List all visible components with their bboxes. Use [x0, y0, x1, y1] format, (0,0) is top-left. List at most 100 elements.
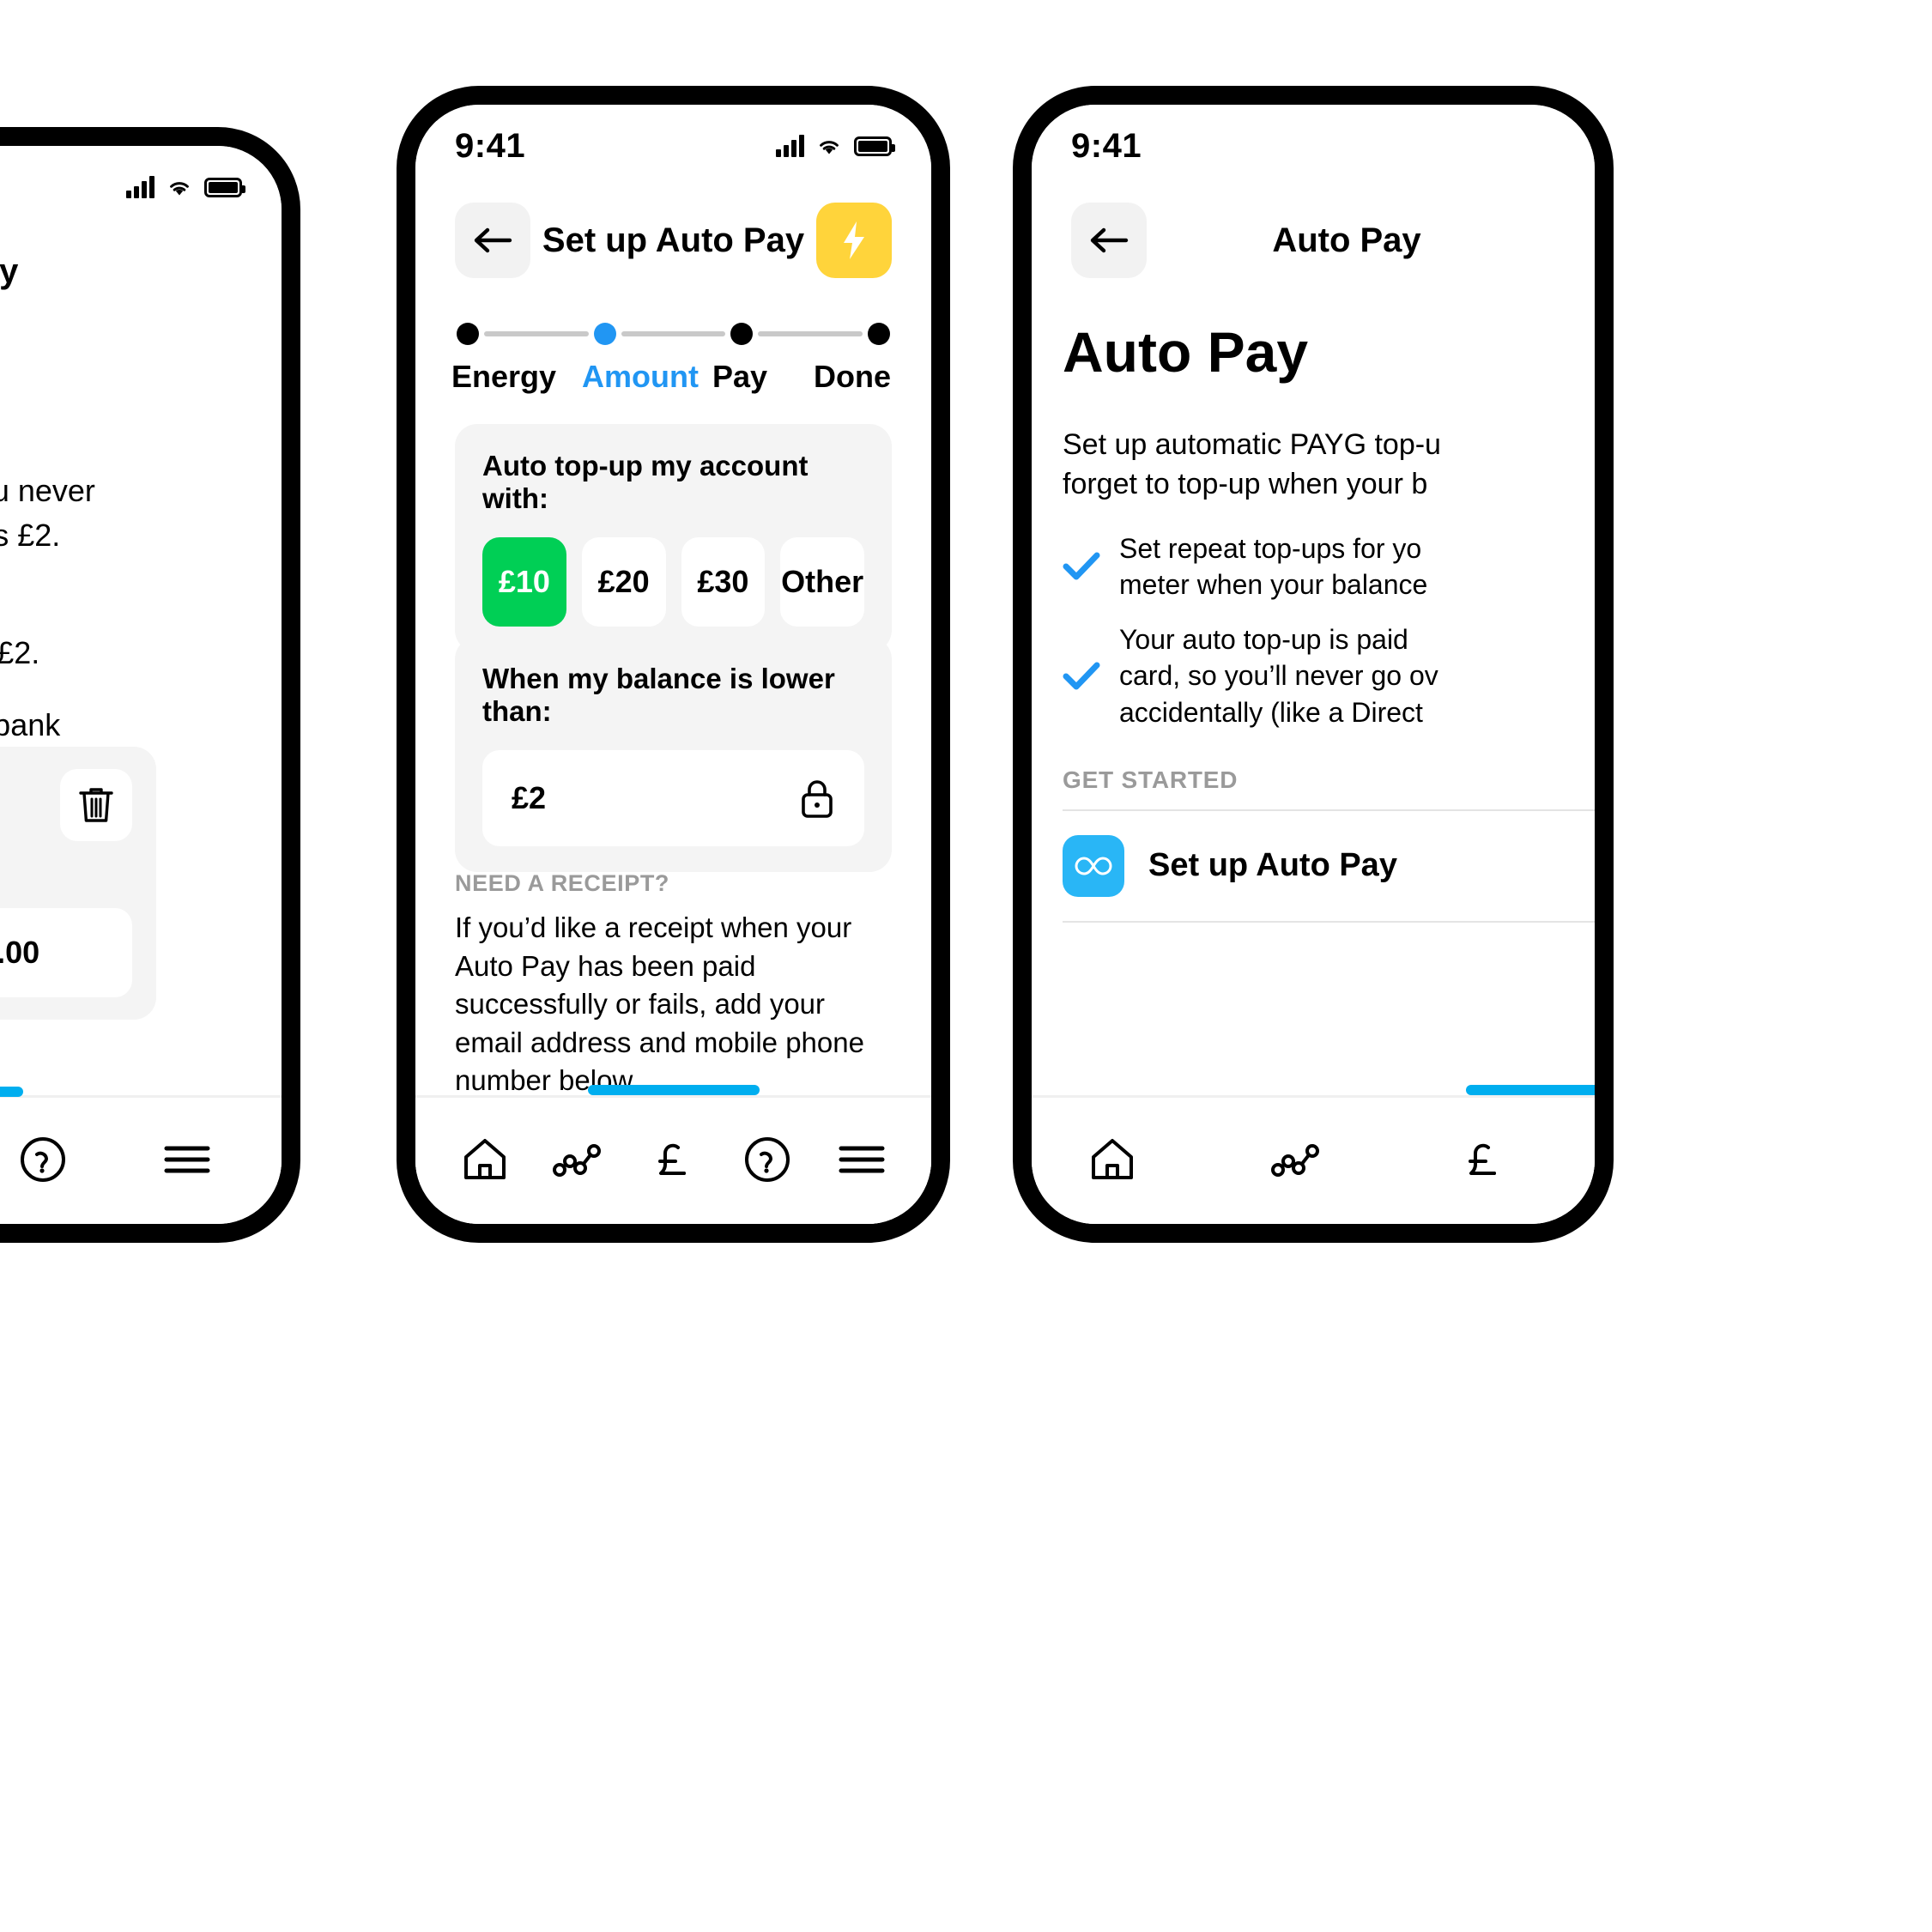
intro-line-0: Set up automatic PAYG top-u: [1063, 428, 1441, 461]
nav-bar-left: Auto Pay: [0, 228, 282, 314]
nav-bar-middle: Set up Auto Pay: [415, 197, 931, 283]
status-bar-right: 9:41: [1032, 105, 1595, 187]
amount-option-20[interactable]: £20: [581, 537, 666, 627]
credit-limit-label: Credit limit: [0, 857, 132, 891]
tab-help-middle[interactable]: [726, 1118, 809, 1201]
phone-right-screen: 9:41 Auto Pay Auto Pay Set up automatic …: [1032, 105, 1595, 1224]
phone-left: Auto Pay c PAYG top-ups so you never whe…: [0, 127, 300, 1243]
usage-graph-icon: [552, 1144, 601, 1177]
benefit-2-line-1: card, so you’ll never go ov: [1119, 660, 1438, 692]
tab-help-left[interactable]: [2, 1118, 84, 1201]
stepper-dot-energy[interactable]: [457, 323, 479, 345]
left-para-line-1: when your balance hits £2.: [0, 518, 61, 554]
stepper-segment-1: [484, 331, 589, 336]
benefit-item-2: Your auto top-up is paid card, so you’ll…: [1063, 621, 1595, 730]
signal-bars-icon: [126, 176, 154, 198]
list-divider-bottom: [1063, 920, 1595, 923]
home-indicator-right: [1466, 1085, 1595, 1095]
home-icon: [463, 1139, 506, 1179]
pound-icon: [658, 1143, 687, 1175]
benefits-list: Set repeat top-ups for yo meter when you…: [1063, 530, 1595, 730]
delete-button[interactable]: [60, 769, 132, 841]
back-arrow-icon: [474, 227, 512, 253]
back-arrow-icon: [1090, 227, 1129, 253]
setup-auto-pay-label: Set up Auto Pay: [1148, 847, 1397, 884]
back-button-right[interactable]: [1071, 203, 1147, 278]
infinity-icon-tile: [1063, 834, 1124, 897]
right-content: Auto Pay Set up automatic PAYG top-u for…: [1063, 319, 1595, 923]
amount-option-other[interactable]: Other: [780, 537, 864, 627]
stepper-label-amount: Amount: [582, 359, 699, 394]
lightning-bolt-icon: [844, 221, 864, 259]
benefit-2-line-0: Your auto top-up is paid: [1119, 624, 1408, 656]
receipt-eyebrow: NEED A RECEIPT?: [455, 870, 670, 896]
tab-usage-middle[interactable]: [538, 1118, 621, 1201]
tab-pound-middle[interactable]: [632, 1118, 714, 1201]
check-icon: [1063, 662, 1100, 690]
status-bar-middle: 9:41: [415, 105, 931, 187]
battery-icon: [854, 136, 895, 156]
tab-bar-divider-right: [1032, 1095, 1595, 1098]
receipt-body: If you’d like a receipt when your Auto P…: [455, 911, 864, 1097]
topup-amount-card: Auto top-up my account with: £10 £20 £30…: [455, 424, 892, 652]
stepper-dot-amount[interactable]: [593, 323, 616, 345]
battery-icon: [1517, 136, 1555, 156]
home-indicator-left: [0, 1087, 23, 1097]
phone-right: 9:41 Auto Pay Auto Pay Set up automatic …: [1013, 86, 1614, 1243]
trash-icon: [79, 788, 113, 822]
home-indicator-middle: [587, 1085, 760, 1095]
setup-auto-pay-row[interactable]: Set up Auto Pay: [1063, 811, 1595, 921]
left-para-line-4: p-up is paid with your bank: [0, 706, 61, 742]
usage-graph-icon: [1271, 1144, 1319, 1177]
credit-limit-value[interactable]: £2.00: [0, 908, 132, 997]
signal-bars-icon: [1477, 135, 1505, 157]
setup-stepper: Energy Amount Pay Done: [451, 321, 892, 395]
battery-icon: [204, 177, 245, 197]
nav-bar-right: Auto Pay: [1032, 197, 1595, 283]
signal-bars-icon: [776, 135, 804, 157]
stepper-segment-2: [621, 331, 726, 336]
tab-home-middle[interactable]: [444, 1118, 526, 1201]
page-title-right: Auto Pay: [1272, 221, 1421, 259]
phone-middle: 9:41 Set up Auto Pay Energy Amount Pay D…: [397, 86, 950, 1243]
stepper-dot-pay[interactable]: [730, 323, 754, 345]
wifi-icon: [170, 182, 189, 196]
home-icon: [1092, 1139, 1133, 1179]
get-started-label: GET STARTED: [1063, 766, 1239, 793]
status-bar-left: [0, 146, 282, 228]
status-time-middle: 9:41: [455, 126, 526, 165]
tab-pound-right[interactable]: [1442, 1118, 1524, 1201]
tab-home-right[interactable]: [1071, 1118, 1154, 1201]
benefit-1-line-0: Set repeat top-ups for yo: [1119, 532, 1422, 564]
phone-left-screen: Auto Pay c PAYG top-ups so you never whe…: [0, 146, 282, 1224]
tab-usage-right[interactable]: [1257, 1118, 1339, 1201]
help-icon: [745, 1137, 790, 1182]
back-button-middle[interactable]: [455, 203, 530, 278]
amount-option-10[interactable]: £10: [482, 537, 566, 627]
page-title-left: Auto Pay: [0, 251, 19, 290]
balance-threshold-field[interactable]: £2: [482, 750, 864, 846]
tab-bar-left: [0, 1095, 282, 1224]
balance-threshold-title: When my balance is lower than:: [482, 663, 835, 727]
status-icons-left: [126, 176, 245, 198]
credit-limit-card: Credit limit £2.00: [0, 747, 156, 1020]
menu-icon: [164, 1146, 210, 1173]
benefit-2-line-2: accidentally (like a Direct: [1119, 696, 1423, 728]
wifi-icon: [820, 141, 839, 154]
tab-menu-left[interactable]: [146, 1118, 228, 1201]
check-icon: [1063, 552, 1100, 580]
amount-option-30[interactable]: £30: [681, 537, 766, 627]
stepper-track: [455, 321, 892, 347]
lightning-button[interactable]: [816, 203, 892, 278]
page-title-middle: Set up Auto Pay: [542, 221, 805, 259]
stepper-label-pay: Pay: [712, 359, 768, 394]
left-para-line-3: your balance reaches £2.: [0, 634, 40, 670]
topup-amount-title: Auto top-up my account with:: [482, 450, 809, 514]
balance-threshold-value: £2: [512, 780, 547, 815]
stepper-label-done: Done: [814, 359, 891, 394]
stepper-dot-done[interactable]: [868, 323, 891, 345]
left-para-line-0: c PAYG top-ups so you never: [0, 473, 95, 508]
help-icon: [21, 1137, 65, 1182]
pound-icon: [1469, 1143, 1496, 1175]
tab-menu-middle[interactable]: [821, 1118, 903, 1201]
